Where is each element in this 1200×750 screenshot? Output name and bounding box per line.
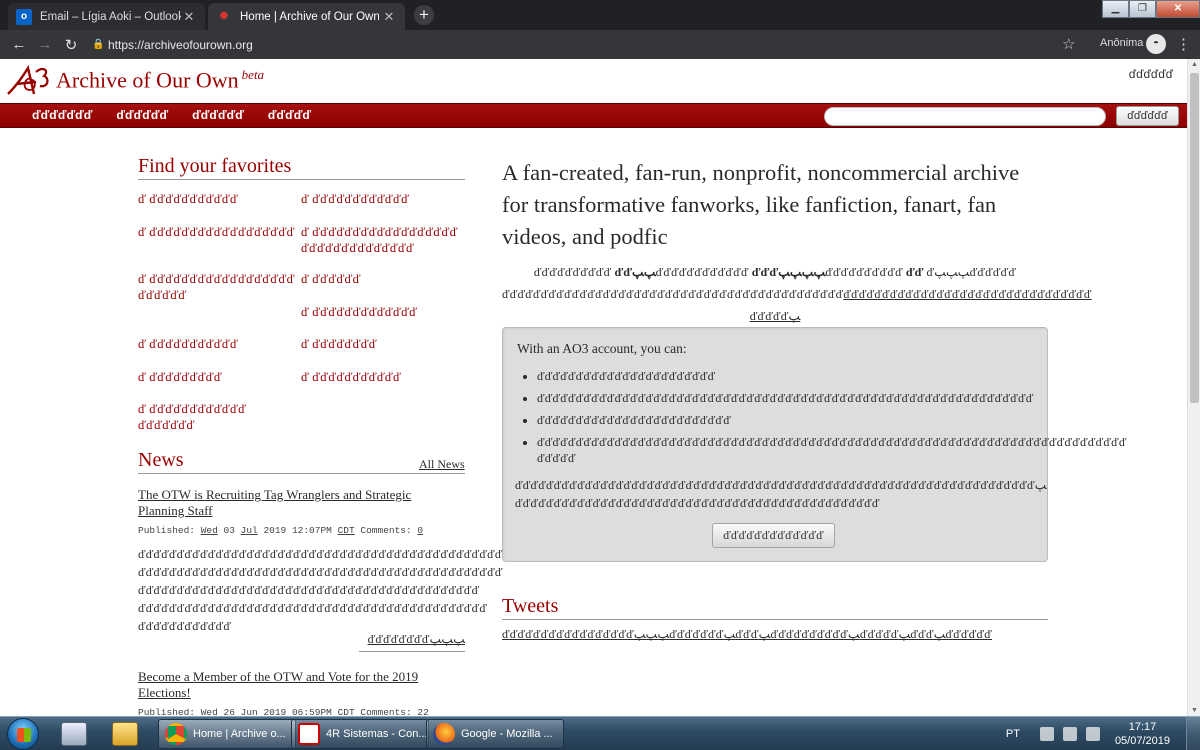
incognito-icon[interactable]: ◓ [1146, 34, 1166, 54]
tweets-link[interactable]: ďďďďďďďďďďďďďďďďďﭗﭗﭗďďďďďďďﭗďďďﭗďďďďďďďď… [502, 627, 992, 642]
account-benefits-box: With an AO3 account, you can: ďďďďďďďďďď… [502, 327, 1127, 562]
nav-item-1[interactable]: ďďďďďďď [32, 108, 92, 122]
ao3-icon: ✺ [219, 11, 229, 22]
favorites-heading: Find your favorites [138, 155, 465, 180]
favorite-link[interactable]: ď ďďďďďďďď [301, 336, 461, 352]
flag-icon[interactable] [1039, 727, 1054, 741]
window-close-button[interactable]: ✕ [1156, 0, 1200, 18]
close-icon[interactable]: ✕ [181, 9, 197, 25]
site-intro-headline: A fan-created, fan-run, nonprofit, nonco… [502, 160, 1020, 249]
lock-icon: 🔒 [92, 39, 105, 50]
favorite-link[interactable]: ď ďďďďďď [301, 271, 461, 287]
app-4r-icon [298, 723, 320, 745]
scroll-up-icon[interactable]: ▲ [1188, 61, 1200, 68]
url-text: https://archiveofourown.org [108, 37, 253, 52]
maximize-button[interactable]: ❐ [1129, 0, 1156, 18]
show-desktop-button[interactable] [1186, 717, 1200, 750]
minimize-button[interactable]: ▁ [1102, 0, 1129, 18]
chrome-icon [165, 723, 187, 745]
windows-logo-icon [17, 728, 31, 742]
tab-outlook[interactable]: o Email – Lígia Aoki – Outlook ✕ [8, 3, 205, 30]
nav-item-2[interactable]: ďďďďďď [116, 108, 168, 122]
new-tab-button[interactable]: + [414, 5, 434, 25]
ao3-logo-icon[interactable] [6, 64, 52, 98]
news-post-meta: Published: Wed 26 Jun 2019 06:59PM CDT C… [138, 707, 429, 716]
firefox-icon [433, 723, 455, 745]
close-icon[interactable]: ✕ [381, 9, 397, 25]
favorite-link[interactable]: ď ďďďďďďďďďďďďďďďďďď ďďďďďďďďďďďďďď [301, 224, 461, 256]
news-post-title[interactable]: The OTW is Recruiting Tag Wranglers and … [138, 487, 468, 519]
tab-ao3[interactable]: ✺ Home | Archive of Our Own ✕ [208, 3, 405, 30]
search-button[interactable]: ďďďďďď [1116, 106, 1179, 126]
news-heading: News [138, 449, 465, 474]
read-more-link[interactable]: ďďďďďďďďﭗﭗﭗ [359, 632, 465, 652]
browser-toolbar: ← → ↻ 🔒 https://archiveofourown.org ☆ An… [0, 30, 1200, 59]
favorite-link[interactable]: ď ďďďďďďďďďďď [138, 336, 298, 352]
menu-icon[interactable]: ⋮ [1176, 35, 1191, 53]
reload-icon[interactable]: ↻ [58, 36, 84, 54]
search-input[interactable] [824, 107, 1106, 126]
favorite-link[interactable]: ď ďďďďďďďďďďď [301, 369, 461, 385]
primary-nav: ďďďďďďď ďďďďďď ďďďďďď ďďďďď ďďďďďď [0, 103, 1187, 128]
list-item: ďďďďďďďďďďďďďďďďďďďďďďďďďďďďďďďďďďďďďďďď… [537, 434, 1127, 466]
network-icon[interactable] [1062, 727, 1077, 741]
tweets-heading: Tweets [502, 595, 1048, 620]
beta-label: beta [241, 67, 265, 82]
tab-label: Email – Lígia Aoki – Outlook [40, 10, 181, 23]
address-bar[interactable]: 🔒 https://archiveofourown.org [92, 33, 1052, 57]
system-tray: PT 17:17 05/07/2019 [1006, 717, 1200, 750]
language-indicator[interactable]: PT [1006, 728, 1020, 740]
scroll-down-icon[interactable]: ▼ [1188, 707, 1200, 714]
intro-link[interactable]: ďďďďďďďďďďďďďďďďďďďďďďďďďďďďďďďď [843, 287, 1091, 301]
account-box-heading: With an AO3 account, you can: [517, 341, 687, 356]
page-viewport: Archive of Our Own beta ďďďďďď ďďďďďďď ďď… [0, 59, 1187, 716]
intro-link[interactable]: ďďďďďﭗ [750, 309, 801, 323]
taskbar-button-chrome[interactable]: Home | Archive o... [158, 719, 296, 749]
nav-item-3[interactable]: ďďďďďď [192, 108, 244, 122]
news-post-meta: Published: Wed 03 Jul 2019 12:07PM CDT C… [138, 525, 424, 536]
favorite-link[interactable]: ď ďďďďďďďďďďď [138, 191, 298, 207]
list-item: ďďďďďďďďďďďďďďďďďďďďďďďďď [537, 412, 1037, 428]
volume-muted-icon[interactable] [1085, 727, 1100, 741]
tab-label: Home | Archive of Our Own [240, 10, 380, 23]
star-icon[interactable]: ☆ [1062, 35, 1075, 53]
account-benefits-list: ďďďďďďďďďďďďďďďďďďďďďďď ďďďďďďďďďďďďďďďď… [537, 368, 1127, 472]
start-button[interactable] [7, 718, 39, 750]
news-post-title[interactable]: Become a Member of the OTW and Vote for … [138, 669, 468, 701]
site-header: Archive of Our Own beta ďďďďďď [0, 59, 1187, 103]
window-controls: ▁ ❐ ✕ [1102, 0, 1200, 18]
login-link[interactable]: ďďďďďď [1129, 67, 1173, 81]
page-scrollbar[interactable]: ▲ ▼ [1187, 59, 1200, 716]
all-news-link[interactable]: All News [419, 457, 465, 472]
site-title[interactable]: Archive of Our Own beta [56, 67, 264, 93]
favorite-link[interactable]: ď ďďďďďďďďďďďďďďďďďď [138, 224, 298, 240]
favorite-link[interactable]: ď ďďďďďďďďďďďďďďďďďď ďďďďďď [138, 271, 298, 303]
windows-taskbar: Home | Archive o... 4R Sistemas - Con...… [0, 716, 1200, 750]
comments-link[interactable]: 22 [417, 707, 428, 716]
account-note: ďďďďďďďďďďďďďďďďďďďďďďďďďďďďďďďďďďďďďďďď… [515, 478, 1047, 510]
profile-label[interactable]: Anônima [1100, 37, 1143, 49]
calculator-icon[interactable] [61, 722, 87, 746]
get-invitation-button[interactable]: ďďďďďďďďďďďďď [712, 523, 835, 548]
taskbar-button-firefox[interactable]: Google - Mozilla ... [426, 719, 564, 749]
list-item: ďďďďďďďďďďďďďďďďďďďďďďďďďďďďďďďďďďďďďďďď… [537, 390, 1037, 406]
favorite-link[interactable]: ď ďďďďďďďďď [138, 369, 298, 385]
browser-tab-strip: o Email – Lígia Aoki – Outlook ✕ ✺ Home … [0, 0, 1200, 30]
scrollbar-thumb[interactable] [1190, 73, 1199, 403]
clock[interactable]: 17:17 05/07/2019 [1115, 720, 1170, 748]
list-item: ďďďďďďďďďďďďďďďďďďďďďďď [537, 368, 1037, 384]
taskbar-button-4r[interactable]: 4R Sistemas - Con... [291, 719, 429, 749]
site-intro-subtext: ďďďďďďďďďď ďďﭗﭗďďďďďďďďďďďď ďďďﭗﭗﭗﭗďďďďď… [502, 265, 1092, 323]
back-arrow-icon[interactable]: ← [6, 36, 32, 53]
comments-link[interactable]: 0 [417, 525, 423, 536]
folder-icon[interactable] [112, 722, 138, 746]
nav-item-4[interactable]: ďďďďď [268, 108, 311, 122]
outlook-icon: o [16, 8, 32, 25]
favorite-link[interactable]: ď ďďďďďďďďďďďď [301, 191, 461, 207]
favorite-link[interactable]: ď ďďďďďďďďďďďď ďďďďďďď [138, 401, 298, 433]
forward-arrow-icon[interactable]: → [32, 36, 58, 53]
favorite-link[interactable]: ď ďďďďďďďďďďďďď [301, 304, 461, 320]
news-post-body: ďďďďďďďďďďďďďďďďďďďďďďďďďďďďďďďďďďďďďďďď… [138, 547, 511, 633]
